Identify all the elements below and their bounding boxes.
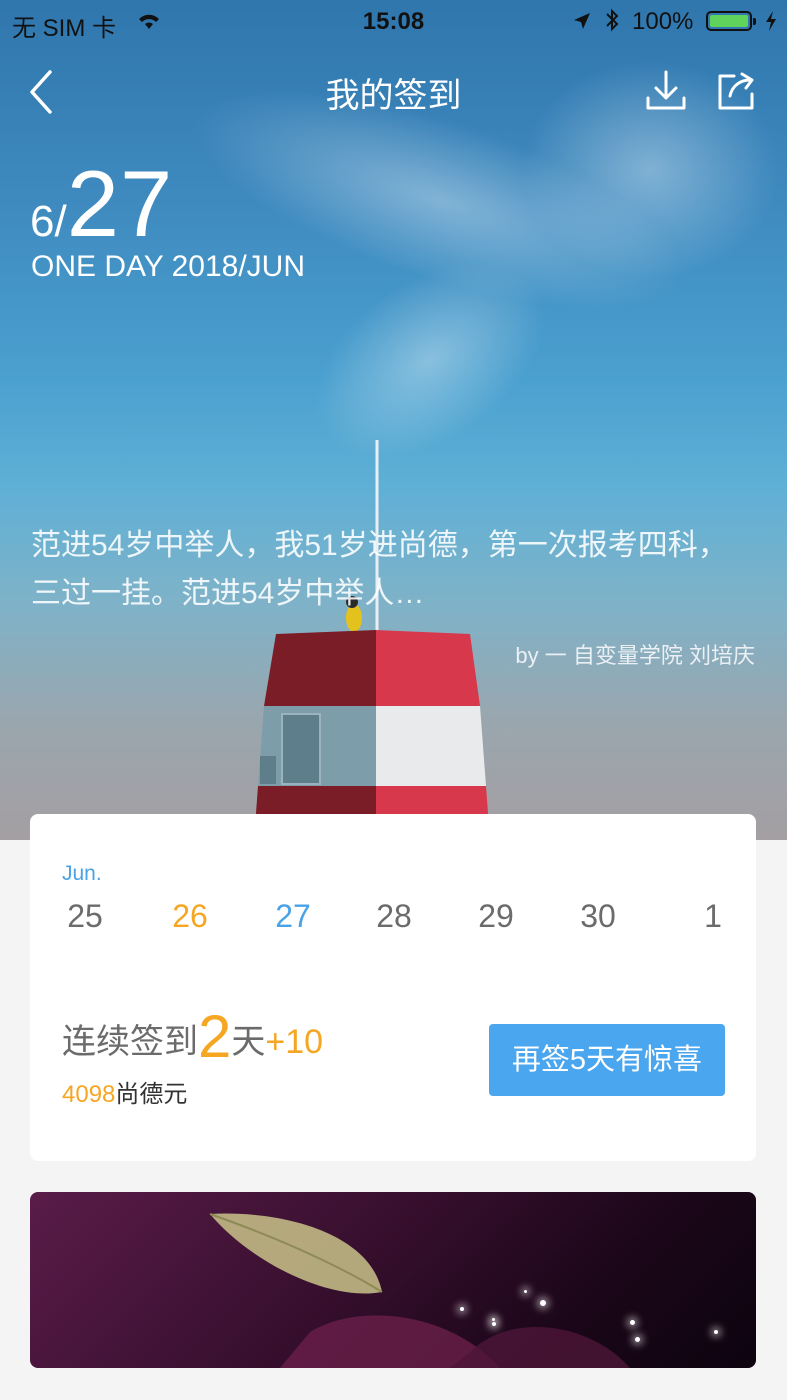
download-button[interactable] bbox=[644, 68, 688, 112]
hero-background: 无 SIM 卡 15:08 100% 我的签到 6/27 ONE DAY 201… bbox=[0, 0, 787, 840]
quote-line: 范进54岁中举人，我51岁进尚德，第一次报考四科， bbox=[31, 529, 728, 562]
sparkle bbox=[492, 1322, 496, 1326]
coin-unit: 尚德元 bbox=[115, 1081, 188, 1108]
streak-bonus: +10 bbox=[265, 1023, 324, 1061]
sparkle bbox=[714, 1330, 718, 1334]
calendar-day[interactable]: 28 bbox=[376, 898, 412, 935]
calendar-day[interactable]: 30 bbox=[580, 898, 616, 935]
daily-quote: 范进54岁中举人，我51岁进尚德，第一次报考四科， 三过一挂。范进54岁中举人… bbox=[31, 522, 771, 618]
surprise-cta-button[interactable]: 再签5天有惊喜 bbox=[489, 1024, 725, 1096]
sparkle bbox=[524, 1290, 527, 1293]
streak-days: 2 bbox=[198, 1003, 232, 1070]
sparkle bbox=[630, 1320, 635, 1325]
bluetooth-icon bbox=[604, 7, 620, 40]
date-subtitle: ONE DAY 2018/JUN bbox=[31, 250, 305, 283]
calendar-week-row: 25 26 27 28 29 30 1 bbox=[30, 898, 756, 938]
download-icon bbox=[646, 70, 686, 110]
date-display: 6/27 bbox=[30, 150, 173, 258]
calendar-day-signed[interactable]: 26 bbox=[172, 898, 208, 935]
share-icon bbox=[718, 72, 754, 110]
checkin-calendar-card: Jun. 25 26 27 28 29 30 1 连续签到2天+10 4098尚… bbox=[30, 814, 756, 1161]
calendar-day[interactable]: 29 bbox=[478, 898, 514, 935]
sparkle bbox=[492, 1318, 495, 1321]
sparkle bbox=[540, 1300, 546, 1306]
coin-value: 4098 bbox=[62, 1081, 116, 1108]
charging-bolt-icon bbox=[764, 10, 778, 39]
calendar-day-today[interactable]: 27 bbox=[275, 898, 311, 935]
nav-bar: 我的签到 bbox=[0, 60, 787, 120]
lighthouse-illustration bbox=[254, 440, 490, 840]
streak-summary: 连续签到2天+10 bbox=[62, 1002, 323, 1071]
coin-balance: 4098尚德元 bbox=[62, 1074, 187, 1109]
sparkle bbox=[460, 1307, 464, 1311]
date-day: 27 bbox=[66, 151, 174, 256]
promo-banner[interactable] bbox=[30, 1192, 756, 1368]
battery-icon bbox=[706, 11, 756, 31]
quote-author: by 一 自变量学院 刘培庆 bbox=[515, 643, 755, 668]
calendar-day[interactable]: 1 bbox=[704, 898, 722, 935]
location-arrow-icon bbox=[572, 10, 592, 38]
share-button[interactable] bbox=[714, 68, 758, 112]
battery-percent: 100% bbox=[632, 8, 694, 35]
sparkle bbox=[635, 1337, 640, 1342]
calendar-month-label: Jun. bbox=[62, 862, 102, 885]
status-bar: 无 SIM 卡 15:08 100% bbox=[0, 0, 787, 44]
quote-line: 三过一挂。范进54岁中举人… bbox=[31, 577, 425, 610]
date-month: 6/ bbox=[30, 197, 67, 246]
leaf-illustration bbox=[209, 1213, 630, 1368]
streak-prefix: 连续签到 bbox=[62, 1023, 198, 1061]
streak-unit: 天 bbox=[231, 1023, 266, 1061]
calendar-day[interactable]: 25 bbox=[67, 898, 103, 935]
